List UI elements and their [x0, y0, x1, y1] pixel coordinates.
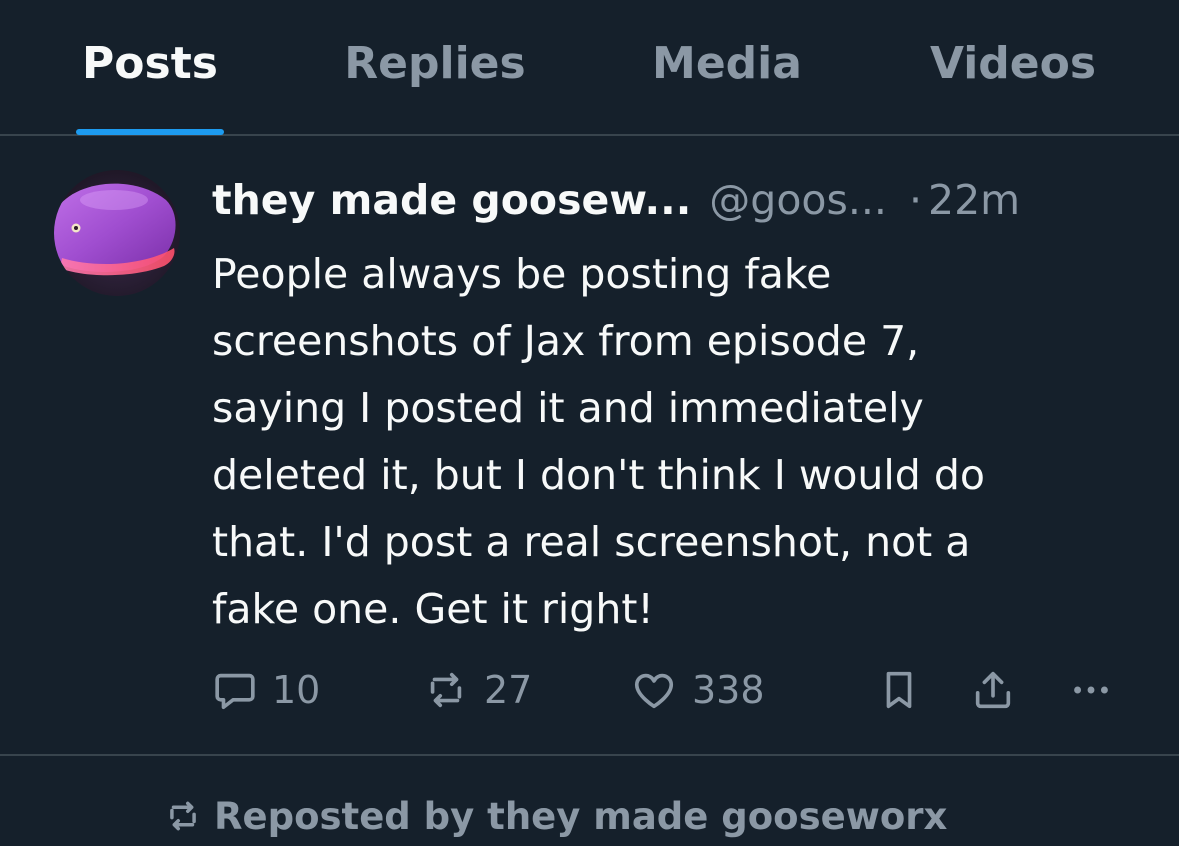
avatar[interactable]: [54, 170, 180, 296]
speech-bubble-icon: [215, 673, 255, 710]
post-header: they made goosew... @goos... · 22m: [212, 170, 1142, 230]
tab-posts-label: Posts: [82, 38, 218, 89]
more-options-button[interactable]: [1068, 662, 1114, 718]
tab-videos[interactable]: Videos: [924, 0, 1102, 134]
post-timestamp[interactable]: 22m: [928, 176, 1020, 224]
like-count: 338: [692, 668, 765, 712]
avatar-image: [54, 170, 180, 296]
share-button[interactable]: [970, 662, 1016, 718]
header-separator: ·: [908, 176, 922, 224]
bookmark-button[interactable]: [876, 662, 922, 718]
bookmark-icon: [886, 671, 912, 709]
author-handle[interactable]: @goos...: [709, 176, 887, 224]
reply-button[interactable]: 10: [212, 662, 320, 718]
tab-posts[interactable]: Posts: [76, 0, 224, 134]
post[interactable]: they made goosew... @goos... · 22m Peopl…: [0, 136, 1179, 756]
repost-button[interactable]: 27: [422, 662, 532, 718]
tab-replies-label: Replies: [344, 38, 526, 89]
share-upload-icon: [975, 671, 1011, 709]
tab-replies[interactable]: Replies: [340, 0, 530, 134]
author-display-name[interactable]: they made goosew...: [212, 176, 691, 224]
tab-videos-label: Videos: [929, 38, 1097, 89]
repost-arrows-icon: [430, 672, 462, 708]
repost-count: 27: [484, 668, 533, 712]
tab-media[interactable]: Media: [648, 0, 806, 134]
repost-banner-text: Reposted by they made gooseworx: [214, 794, 948, 838]
post-text: People always be posting fake screenshot…: [212, 250, 985, 633]
tab-media-label: Media: [652, 38, 802, 89]
more-dots-icon: [1074, 686, 1108, 694]
like-button[interactable]: 338: [630, 662, 765, 718]
reply-count: 10: [272, 668, 321, 712]
profile-tabs: Posts Replies Media Videos: [0, 0, 1179, 136]
repost-banner[interactable]: Reposted by they made gooseworx: [164, 786, 947, 846]
active-tab-indicator: [76, 129, 224, 135]
repost-arrows-icon: [170, 801, 196, 831]
heart-icon: [634, 673, 674, 709]
